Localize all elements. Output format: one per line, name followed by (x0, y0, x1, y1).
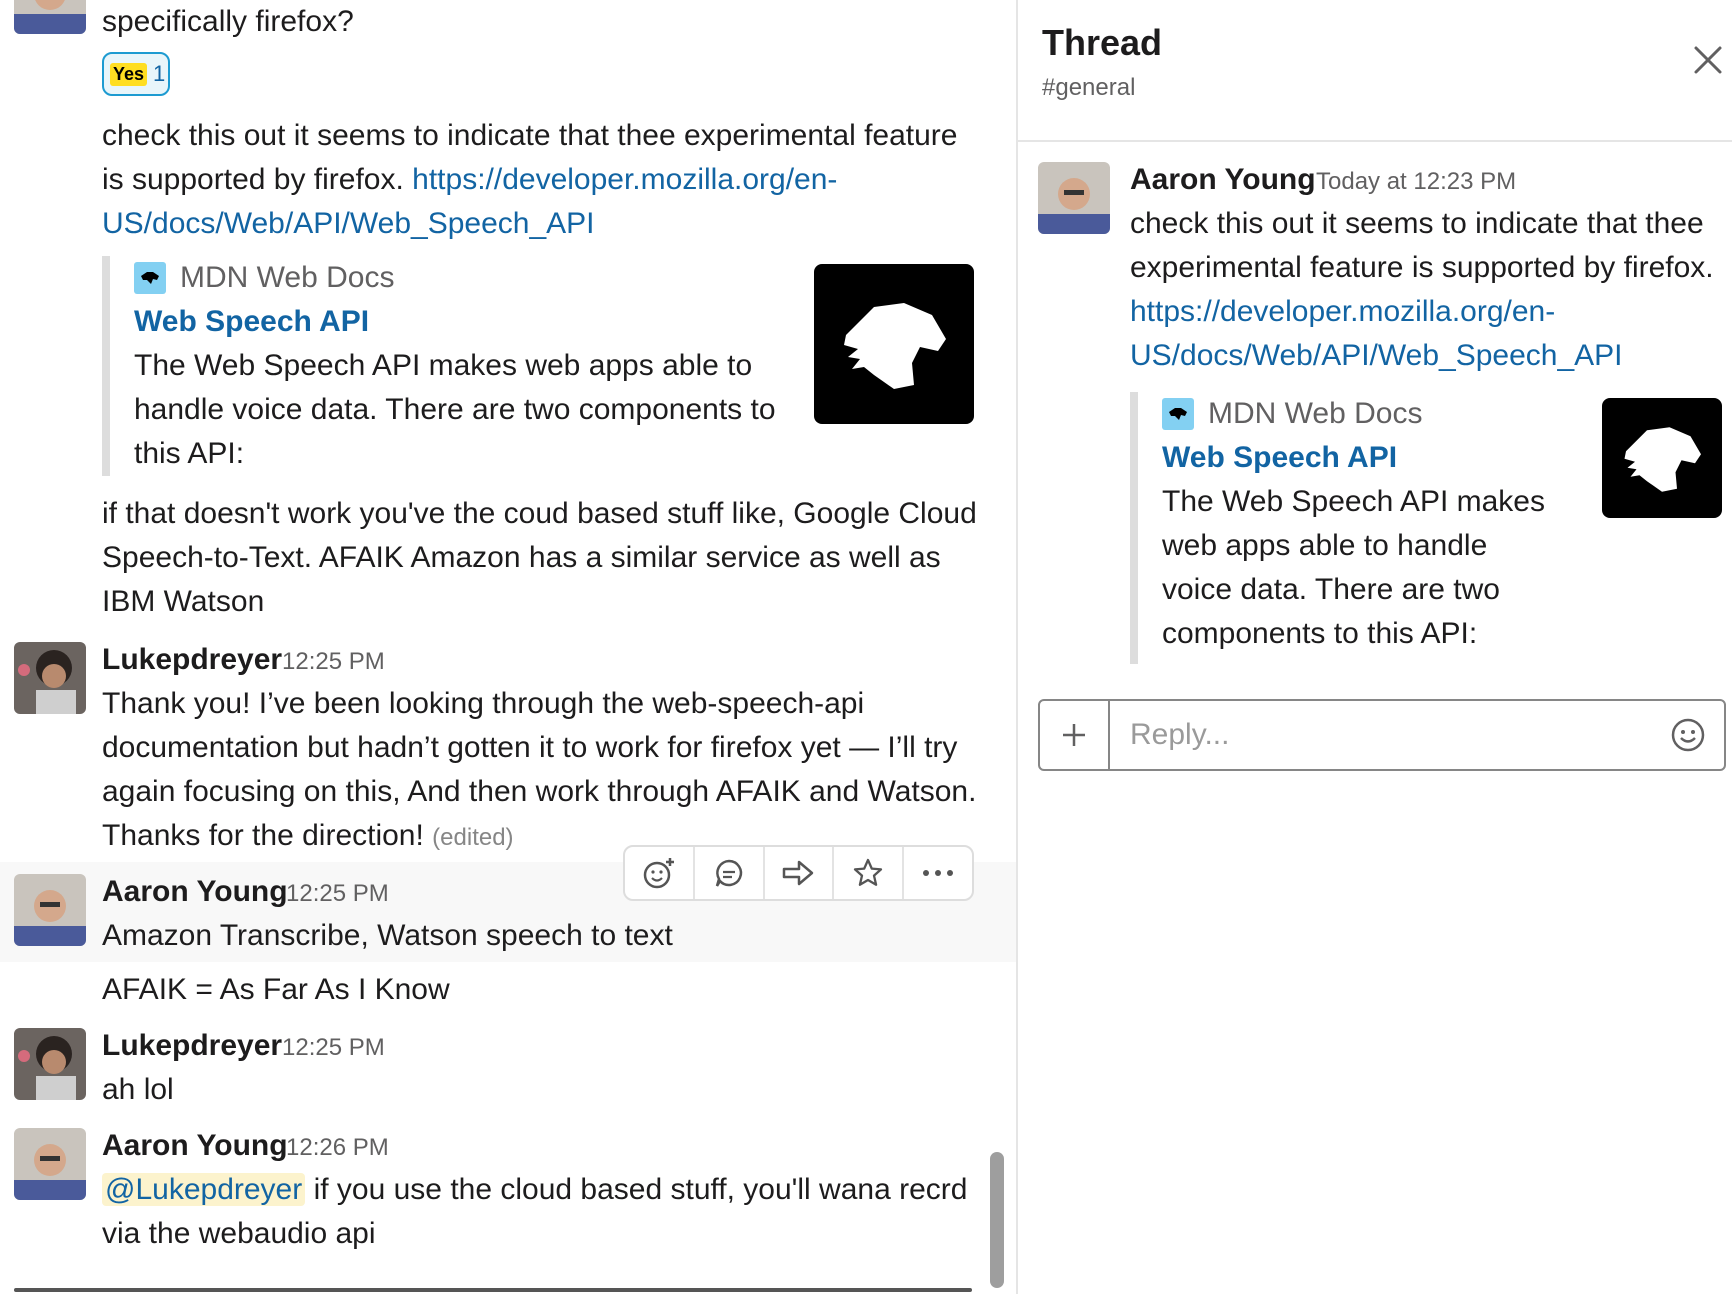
message-text: check this out it seems to indicate that… (102, 114, 982, 246)
message-line: Thank you! I’ve been looking through the… (102, 687, 865, 720)
add-reaction-icon (643, 858, 674, 889)
message-line-text: is supported by firefox. (102, 163, 413, 196)
share-icon (783, 860, 814, 886)
reaction-count: 1 (153, 61, 166, 86)
thread-pane: Thread #general Aaron Young Today at 12:… (1016, 0, 1732, 1294)
thread-reply-composer (1038, 699, 1726, 771)
message-line: Speech-to-Text. AFAIK Amazon has a simil… (102, 541, 941, 574)
message-text: if that doesn't work you've the coud bas… (102, 492, 1002, 624)
plus-icon (1063, 724, 1085, 746)
star-icon (854, 858, 883, 886)
edited-label: (edited) (432, 824, 514, 851)
yes-emoji-icon: Yes (110, 62, 148, 86)
message-timestamp[interactable]: 12:25 PM (286, 872, 389, 916)
unfurl-desc-line: this API: (134, 437, 245, 470)
mdn-link[interactable]: https://developer.mozilla.org/en- (412, 163, 837, 196)
scrollbar-thumb[interactable] (990, 1152, 1004, 1288)
add-attachment-button[interactable] (1040, 701, 1110, 769)
mdn-link-continued[interactable]: US/docs/Web/API/Web_Speech_API (1130, 334, 1730, 378)
message-text: @Lukepdreyer if you use the cloud based … (102, 1168, 982, 1256)
thread-message-timestamp[interactable]: Today at 12:23 PM (1316, 160, 1516, 204)
mdn-dino-icon (844, 303, 946, 389)
message-author[interactable]: Lukepdreyer (102, 1024, 282, 1068)
message-line-text: if you use the cloud based stuff, you'll… (305, 1173, 968, 1206)
message-text: AFAIK = As Far As I Know (102, 973, 450, 1006)
thread-message-author[interactable]: Aaron Young (1130, 158, 1316, 202)
message-timestamp[interactable]: 12:25 PM (282, 1026, 385, 1070)
emoji-picker-button[interactable] (1652, 701, 1724, 769)
mdn-thumbnail[interactable] (814, 264, 974, 424)
avatar-aaron-young[interactable] (1038, 162, 1110, 234)
message-timestamp[interactable]: 12:25 PM (282, 640, 385, 684)
message-text: Amazon Transcribe, Watson speech to text (102, 919, 673, 952)
more-icon (923, 870, 954, 876)
message-line-text: Thanks for the direction! (102, 819, 433, 852)
star-message-button[interactable] (834, 847, 905, 899)
reply-input[interactable] (1110, 701, 1652, 769)
avatar-aaron-young[interactable] (14, 874, 86, 946)
thread-message-text: check this out it seems to indicate that… (1130, 202, 1730, 378)
mdn-dino-icon (1162, 398, 1194, 430)
message-actions-toolbar (623, 845, 974, 901)
more-actions-button[interactable] (904, 847, 972, 899)
message-line: experimental feature is supported by fir… (1130, 251, 1714, 284)
thread-channel-name[interactable]: #general (1042, 72, 1135, 104)
user-mention[interactable]: @Lukepdreyer (102, 1173, 306, 1206)
message-author[interactable]: Aaron Young (102, 1124, 288, 1168)
message-line: if that doesn't work you've the coud bas… (102, 497, 977, 530)
message-line: again focusing on this, And then work th… (102, 775, 977, 808)
avatar-lukepdreyer[interactable] (14, 642, 86, 714)
message-text: Thank you! I’ve been looking through the… (102, 682, 1002, 860)
message-line: documentation but hadn’t gotten it to wo… (102, 731, 958, 764)
message-timestamp[interactable]: 12:26 PM (286, 1126, 389, 1170)
message-author[interactable]: Lukepdreyer (102, 638, 282, 682)
start-thread-icon (715, 859, 742, 887)
close-thread-button[interactable] (1690, 42, 1726, 78)
mdn-dino-icon (1624, 427, 1701, 492)
mdn-link-continued[interactable]: US/docs/Web/API/Web_Speech_API (102, 202, 982, 246)
message-author[interactable]: Aaron Young (102, 870, 288, 914)
mdn-dino-icon (134, 262, 166, 294)
avatar-aaron-young[interactable] (14, 1128, 86, 1200)
smiley-icon (1671, 718, 1705, 752)
message-input-top-border (14, 1288, 972, 1292)
reaction-yes[interactable]: Yes 1 (102, 52, 170, 96)
mdn-thumbnail[interactable] (1602, 398, 1722, 518)
message-text: ah lol (102, 1073, 174, 1106)
unfurl-desc-line: voice data. There are two (1162, 573, 1500, 606)
message-line: via the webaudio api (102, 1217, 376, 1250)
message-line: is supported by firefox. https://develop… (102, 158, 982, 202)
share-message-button[interactable] (765, 847, 835, 899)
avatar-aaron-young[interactable] (14, 0, 86, 34)
channel-messages-pane: specifically firefox? Yes 1 check this o… (0, 0, 1016, 1294)
message-line: check this out it seems to indicate that… (1130, 207, 1704, 240)
unfurl-site-name: MDN Web Docs (1208, 397, 1423, 430)
unfurl-desc-line: components to this API: (1162, 617, 1478, 650)
message-text: specifically firefox? (102, 5, 354, 38)
unfurl-desc-line: web apps able to handle (1162, 529, 1488, 562)
start-thread-button[interactable] (695, 847, 765, 899)
close-icon (1694, 46, 1722, 74)
message-line: IBM Watson (102, 585, 265, 618)
message-line: check this out it seems to indicate that… (102, 119, 958, 152)
unfurl-site-name: MDN Web Docs (180, 261, 395, 294)
add-reaction-button[interactable] (625, 847, 695, 899)
thread-title: Thread (1042, 22, 1163, 63)
mdn-link[interactable]: https://developer.mozilla.org/en- (1130, 290, 1730, 334)
thread-header: Thread #general (1018, 0, 1732, 142)
avatar-lukepdreyer[interactable] (14, 1028, 86, 1100)
message-line: @Lukepdreyer if you use the cloud based … (102, 1168, 982, 1212)
